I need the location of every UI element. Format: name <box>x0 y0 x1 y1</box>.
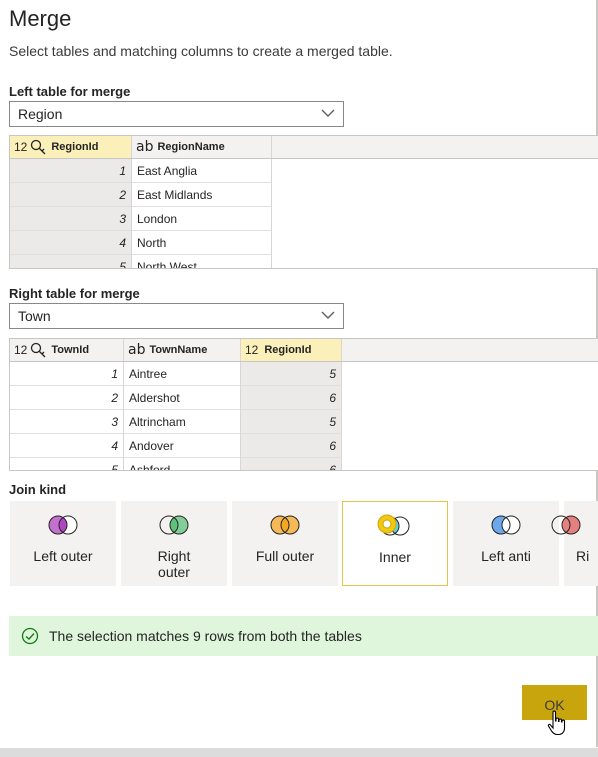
right-anti-venn-icon <box>551 515 581 535</box>
left-table-header: 12 RegionId ab RegionName <box>10 136 598 159</box>
join-option-full-outer[interactable]: Full outer <box>232 501 338 586</box>
join-kind-label: Join kind <box>9 482 67 497</box>
key-icon <box>31 139 46 155</box>
join-option-right-outer[interactable]: Right outer <box>121 501 227 586</box>
text-type-icon: ab <box>136 139 154 155</box>
table-cell: Altrincham <box>124 410 241 434</box>
full-outer-venn-icon <box>270 515 300 535</box>
column-name: RegionId <box>264 344 312 356</box>
right-table-label: Right table for merge <box>9 286 140 301</box>
selected-badge-icon <box>377 514 397 534</box>
table-cell: North <box>132 231 272 255</box>
table-cell: 2 <box>10 386 124 410</box>
table-cell: Andover <box>124 434 241 458</box>
column-name: RegionName <box>157 141 225 153</box>
number-type-icon: 12 <box>245 343 259 357</box>
join-option-label: Inner <box>379 549 411 565</box>
right-table-dropdown[interactable]: Town <box>9 303 344 329</box>
dialog-subtitle: Select tables and matching columns to cr… <box>9 43 393 59</box>
table-cell: East Anglia <box>132 159 272 183</box>
dialog-bottom-edge <box>0 748 598 757</box>
table-cell: 4 <box>10 231 132 255</box>
text-type-icon: ab <box>128 342 146 358</box>
join-option-left-outer[interactable]: Left outer <box>10 501 116 586</box>
join-option-label: Ri <box>576 548 590 564</box>
chevron-down-icon <box>321 109 335 117</box>
chevron-down-icon <box>321 311 335 319</box>
column-header-townname[interactable]: ab TownName <box>124 339 241 361</box>
column-name: RegionId <box>51 141 99 153</box>
table-cell: 6 <box>241 434 342 458</box>
table-cell: North West <box>132 255 272 268</box>
column-name: TownName <box>149 344 208 356</box>
check-circle-icon <box>21 627 39 645</box>
right-outer-venn-icon <box>159 515 189 535</box>
hand-cursor-icon <box>547 710 566 736</box>
key-icon <box>31 342 46 358</box>
table-cell: 1 <box>10 159 132 183</box>
join-option-label: Left anti <box>481 548 531 564</box>
left-table-label: Left table for merge <box>9 84 131 99</box>
table-cell: 4 <box>10 434 124 458</box>
table-cell: 3 <box>10 410 124 434</box>
right-table-selected: Town <box>18 308 51 324</box>
table-cell: London <box>132 207 272 231</box>
left-anti-venn-icon <box>491 515 521 535</box>
join-option-label: Right outer <box>157 548 191 580</box>
column-header-regionname[interactable]: ab RegionName <box>132 136 272 158</box>
table-cell: 6 <box>241 386 342 410</box>
left-table-selected: Region <box>18 106 63 122</box>
merge-dialog: Merge Select tables and matching columns… <box>0 0 598 747</box>
left-table-preview: 12 RegionId ab RegionName 1 East Anglia 2 E… <box>9 135 598 269</box>
table-cell: 5 <box>10 458 124 470</box>
join-option-inner[interactable]: Inner <box>342 501 448 586</box>
join-option-left-anti[interactable]: Left anti <box>453 501 559 586</box>
table-cell: Aintree <box>124 362 241 386</box>
table-cell: 3 <box>10 207 132 231</box>
right-table-preview: 12 TownId ab TownName 12 RegionId 1 Aintr… <box>9 338 598 471</box>
join-option-label: Full outer <box>255 548 315 564</box>
column-header-townid[interactable]: 12 TownId <box>10 339 124 361</box>
number-type-icon: 12 <box>14 343 28 357</box>
table-cell: 5 <box>241 410 342 434</box>
table-cell: 2 <box>10 183 132 207</box>
left-table-dropdown[interactable]: Region <box>9 101 344 127</box>
match-status-banner: The selection matches 9 rows from both t… <box>9 616 598 656</box>
join-option-label: Left outer <box>33 548 93 564</box>
table-cell: 5 <box>10 255 132 268</box>
left-outer-venn-icon <box>48 515 78 535</box>
table-cell: Aldershot <box>124 386 241 410</box>
table-cell: 1 <box>10 362 124 386</box>
table-cell: 6 <box>241 458 342 470</box>
join-option-ri[interactable]: Ri <box>551 501 598 586</box>
dialog-title: Merge <box>9 6 72 31</box>
table-cell: Ashford <box>124 458 241 470</box>
match-status-text: The selection matches 9 rows from both t… <box>49 628 362 644</box>
column-name: TownId <box>51 344 90 356</box>
table-cell: East Midlands <box>132 183 272 207</box>
column-header-regionid[interactable]: 12 RegionId <box>10 136 132 158</box>
number-type-icon: 12 <box>14 140 28 154</box>
right-table-header: 12 TownId ab TownName 12 RegionId <box>10 339 598 362</box>
table-cell: 5 <box>241 362 342 386</box>
column-header-regionid[interactable]: 12 RegionId <box>241 339 342 361</box>
